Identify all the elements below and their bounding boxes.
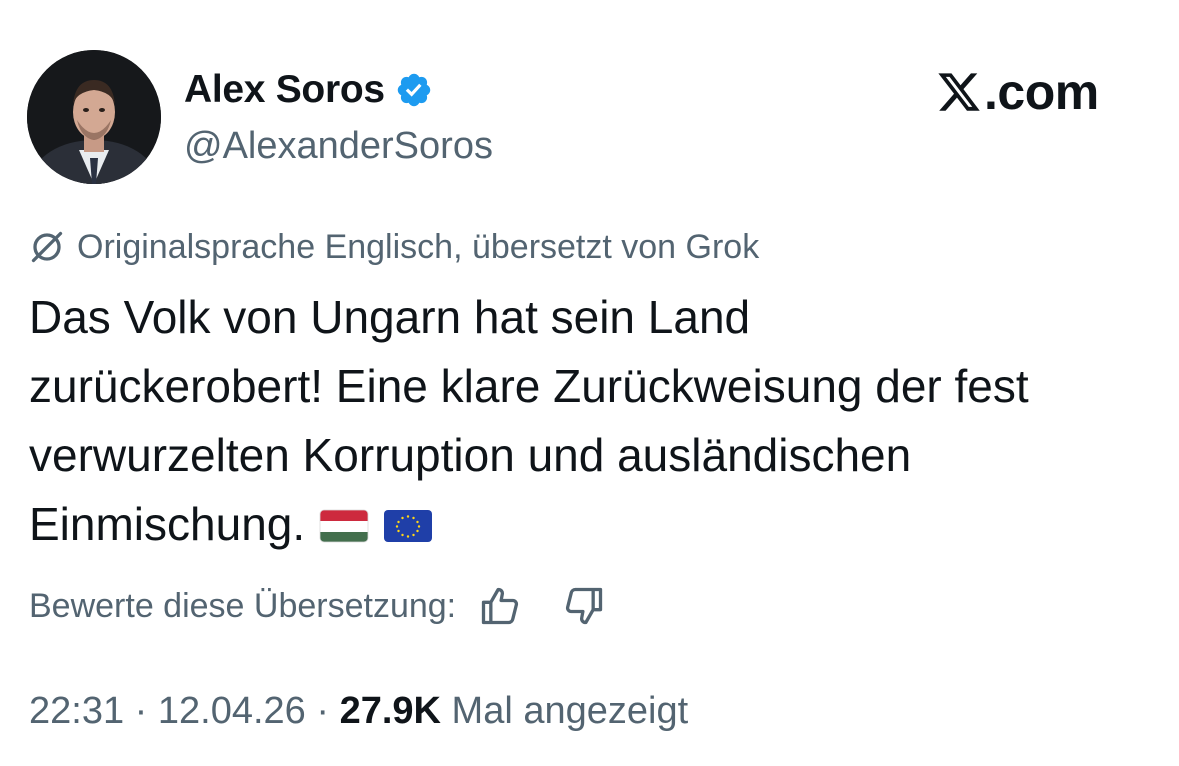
avatar[interactable]: [27, 50, 161, 184]
tweet-line: verwurzelten Korruption und ausländische…: [29, 429, 912, 481]
views-label: Mal angezeigt: [451, 690, 689, 732]
verified-badge-icon: [397, 73, 430, 107]
tweet-line: Einmischung.: [29, 498, 306, 550]
tweet-text: Das Volk von Ungarn hat sein Land zurück…: [29, 283, 1159, 559]
separator: ·: [124, 690, 158, 732]
thumbs-up-icon[interactable]: [478, 584, 522, 628]
author-name[interactable]: Alex Soros: [184, 62, 385, 118]
tweet-card: Alex Soros @AlexanderSoros .com Original…: [0, 0, 1179, 766]
tweet-line: Das Volk von Ungarn hat sein Land: [29, 291, 751, 343]
rate-translation: Bewerte diese Übersetzung:: [29, 583, 606, 629]
tweet-date[interactable]: 12.04.26: [158, 690, 306, 732]
hungary-flag-icon: [319, 509, 369, 543]
display-name[interactable]: Alex Soros: [184, 62, 433, 118]
views-count[interactable]: 27.9K: [340, 690, 441, 732]
translation-note[interactable]: Originalsprache Englisch, übersetzt von …: [29, 224, 759, 270]
rate-translation-label: Bewerte diese Übersetzung:: [29, 587, 457, 625]
brand-text: .com: [984, 64, 1099, 120]
author-handle[interactable]: @AlexanderSoros: [184, 118, 493, 174]
tweet-meta: 22:31 · 12.04.26 · 27.9K Mal angezeigt: [29, 686, 688, 736]
eu-flag-icon: [384, 510, 433, 542]
grok-icon: [31, 231, 63, 263]
translation-note-text: Originalsprache Englisch, übersetzt von …: [77, 228, 760, 266]
tweet-line: zurückerobert! Eine klare Zurückweisung …: [29, 360, 1029, 412]
thumbs-down-icon[interactable]: [562, 584, 606, 628]
x-logo-icon: [938, 73, 980, 111]
tweet-time[interactable]: 22:31: [29, 690, 124, 732]
separator: ·: [305, 690, 340, 732]
brand-logo: .com: [936, 60, 1099, 124]
